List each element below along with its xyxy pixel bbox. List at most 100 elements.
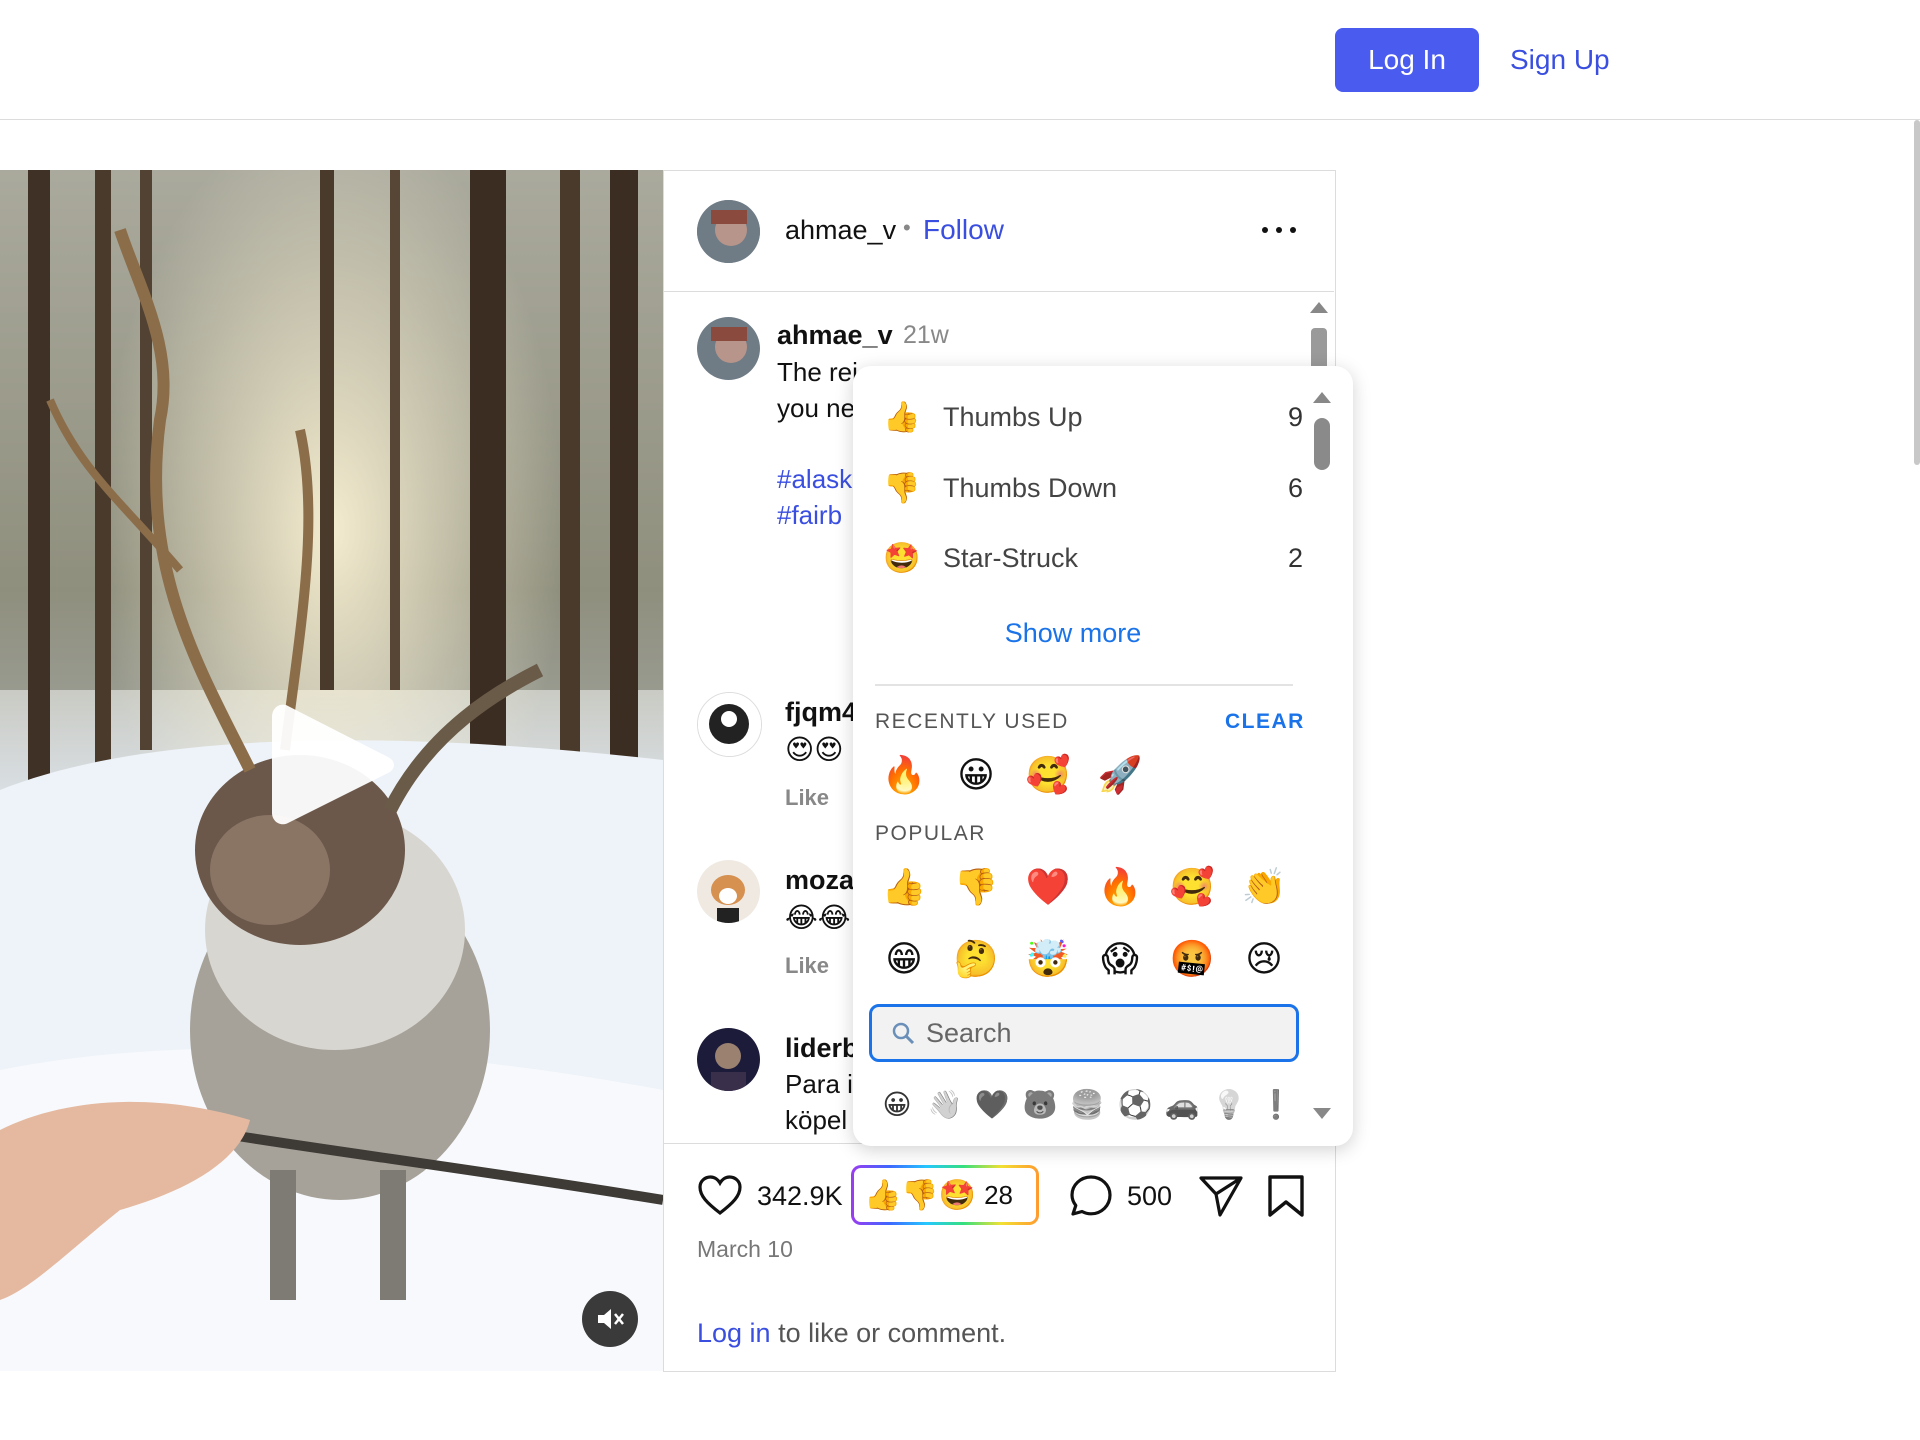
caption-username[interactable]: ahmae_v <box>777 320 893 351</box>
author-avatar-image <box>697 200 760 263</box>
follow-button[interactable]: Follow <box>923 214 1004 246</box>
top-header <box>0 0 1920 120</box>
category-objects-icon[interactable]: 💡 <box>1209 1084 1249 1124</box>
popup-scrollbar-thumb[interactable] <box>1314 418 1330 470</box>
thumbs-up-emoji-icon[interactable]: 👍 <box>879 862 929 912</box>
comment-avatar[interactable] <box>697 692 762 757</box>
grinning-emoji-icon[interactable]: 😀 <box>951 750 1001 800</box>
hashtag-link[interactable]: #fairb <box>777 500 842 531</box>
emoji-search-input[interactable]: Search <box>869 1004 1299 1062</box>
comment-avatar-image <box>697 860 760 923</box>
category-travel-icon[interactable]: 🚗 <box>1162 1084 1202 1124</box>
comment-avatar[interactable] <box>697 860 760 923</box>
caption-time: 21w <box>903 321 949 349</box>
crying-face-emoji-icon[interactable]: 😢 <box>1239 934 1289 984</box>
rocket-emoji-icon[interactable]: 🚀 <box>1095 750 1145 800</box>
category-symbols-icon[interactable]: ❗ <box>1256 1084 1296 1124</box>
comment-text: Para i <box>785 1069 853 1099</box>
share-icon[interactable] <box>1198 1174 1244 1218</box>
post-date: March 10 <box>697 1236 793 1262</box>
separator-dot: • <box>903 215 911 240</box>
hashtag-link[interactable]: #alask <box>777 464 852 495</box>
reaction-emojis: 👍👎🤩 <box>864 1178 977 1212</box>
comment-avatar-image <box>697 1028 760 1091</box>
like-heart-icon[interactable] <box>697 1174 743 1216</box>
comment-text: 😂😂 <box>785 902 851 933</box>
caption-avatar-image <box>697 317 760 380</box>
comments-count: 500 <box>1127 1181 1173 1211</box>
signup-link[interactable]: Sign Up <box>1510 28 1610 92</box>
show-more-button[interactable]: Show more <box>853 618 1293 649</box>
reaction-name: Star-Struck <box>943 542 1079 573</box>
exploding-head-emoji-icon[interactable]: 🤯 <box>1023 934 1073 984</box>
category-activities-icon[interactable]: ⚽ <box>1115 1084 1155 1124</box>
login-prompt: Log in to like or comment. <box>697 1318 1006 1349</box>
reaction-name: Thumbs Down <box>943 472 1118 503</box>
comments-scroll-up[interactable] <box>1310 302 1328 313</box>
play-icon[interactable] <box>268 695 398 835</box>
screaming-face-emoji-icon[interactable]: 😱 <box>1095 934 1145 984</box>
reaction-count: 2 <box>1287 542 1303 573</box>
reaction-row-thumbs-up[interactable]: 👍 Thumbs Up 9 <box>883 394 1303 440</box>
fire-emoji-icon[interactable]: 🔥 <box>1095 862 1145 912</box>
category-food-icon[interactable]: 🍔 <box>1067 1084 1107 1124</box>
likes-count: 342.9K <box>757 1181 843 1211</box>
reaction-count: 6 <box>1287 472 1303 503</box>
comment-avatar[interactable] <box>697 1028 760 1091</box>
search-placeholder: Search <box>926 1017 1012 1048</box>
comment-username[interactable]: moza <box>785 865 854 896</box>
comment-bubble-icon[interactable] <box>1068 1173 1114 1219</box>
login-button[interactable]: Log In <box>1335 28 1479 92</box>
category-hearts-icon[interactable]: 🖤 <box>972 1084 1012 1124</box>
caption-line-1: The rei <box>777 357 858 387</box>
reaction-count: 9 <box>1287 401 1303 432</box>
popup-scroll-up[interactable] <box>1313 392 1331 403</box>
bookmark-icon[interactable] <box>1266 1174 1306 1218</box>
reactions-chip-inner: 👍👎🤩 28 <box>854 1168 1036 1222</box>
fire-emoji-icon[interactable]: 🔥 <box>879 750 929 800</box>
cursing-face-emoji-icon[interactable]: 🤬 <box>1167 934 1217 984</box>
popup-divider <box>875 684 1293 686</box>
thumbs-down-emoji-icon: 👎 <box>883 471 921 505</box>
category-animals-icon[interactable]: 🐻 <box>1020 1084 1060 1124</box>
star-struck-emoji-icon: 🤩 <box>883 541 921 575</box>
comment-like-button[interactable]: Like <box>785 785 829 811</box>
comment-avatar-image <box>698 693 761 756</box>
category-people-icon[interactable]: 👋 <box>925 1084 965 1124</box>
more-options-button[interactable] <box>1262 215 1296 245</box>
reaction-row-star-struck[interactable]: 🤩 Star-Struck 2 <box>883 535 1303 581</box>
login-prompt-link[interactable]: Log in <box>697 1318 771 1348</box>
reaction-row-thumbs-down[interactable]: 👎 Thumbs Down 6 <box>883 465 1303 511</box>
reaction-count: 28 <box>984 1179 1013 1210</box>
clapping-hands-emoji-icon[interactable]: 👏 <box>1239 862 1289 912</box>
popup-scroll-down[interactable] <box>1313 1108 1331 1119</box>
reaction-picker-popup: 👍 Thumbs Up 9 👎 Thumbs Down 6 🤩 Star-Str… <box>853 366 1353 1146</box>
recently-used-label: RECENTLY USED <box>875 710 1069 733</box>
search-icon <box>892 1022 915 1045</box>
caption-line-2: you ne <box>777 393 856 423</box>
comment-like-button[interactable]: Like <box>785 953 829 979</box>
smiling-hearts-emoji-icon[interactable]: 🥰 <box>1023 750 1073 800</box>
thumbs-up-emoji-icon: 👍 <box>883 400 921 434</box>
author-username[interactable]: ahmae_v <box>785 215 896 246</box>
muted-speaker-icon <box>598 1309 624 1329</box>
thumbs-down-emoji-icon[interactable]: 👎 <box>951 862 1001 912</box>
mute-button[interactable] <box>582 1291 638 1347</box>
thinking-face-emoji-icon[interactable]: 🤔 <box>951 934 1001 984</box>
reactions-button[interactable]: 👍👎🤩 28 <box>851 1165 1039 1225</box>
comment-username[interactable]: liderb <box>785 1033 859 1064</box>
author-avatar[interactable] <box>697 200 760 263</box>
smiling-hearts-emoji-icon[interactable]: 🥰 <box>1167 862 1217 912</box>
red-heart-emoji-icon[interactable]: ❤️ <box>1023 862 1073 912</box>
clear-recent-button[interactable]: CLEAR <box>1225 710 1305 734</box>
page-scrollbar[interactable] <box>1914 120 1920 465</box>
login-prompt-text: to like or comment. <box>770 1318 1007 1348</box>
caption-avatar[interactable] <box>697 317 760 380</box>
popular-label: POPULAR <box>875 822 986 845</box>
comment-text: 😍😍 <box>785 734 844 765</box>
category-smileys-icon[interactable]: 😀 <box>877 1084 917 1124</box>
comment-username[interactable]: fjqm4 <box>785 697 857 728</box>
beaming-face-emoji-icon[interactable]: 😁 <box>879 934 929 984</box>
comment-text: köpel <box>785 1105 848 1135</box>
reaction-name: Thumbs Up <box>943 401 1083 432</box>
